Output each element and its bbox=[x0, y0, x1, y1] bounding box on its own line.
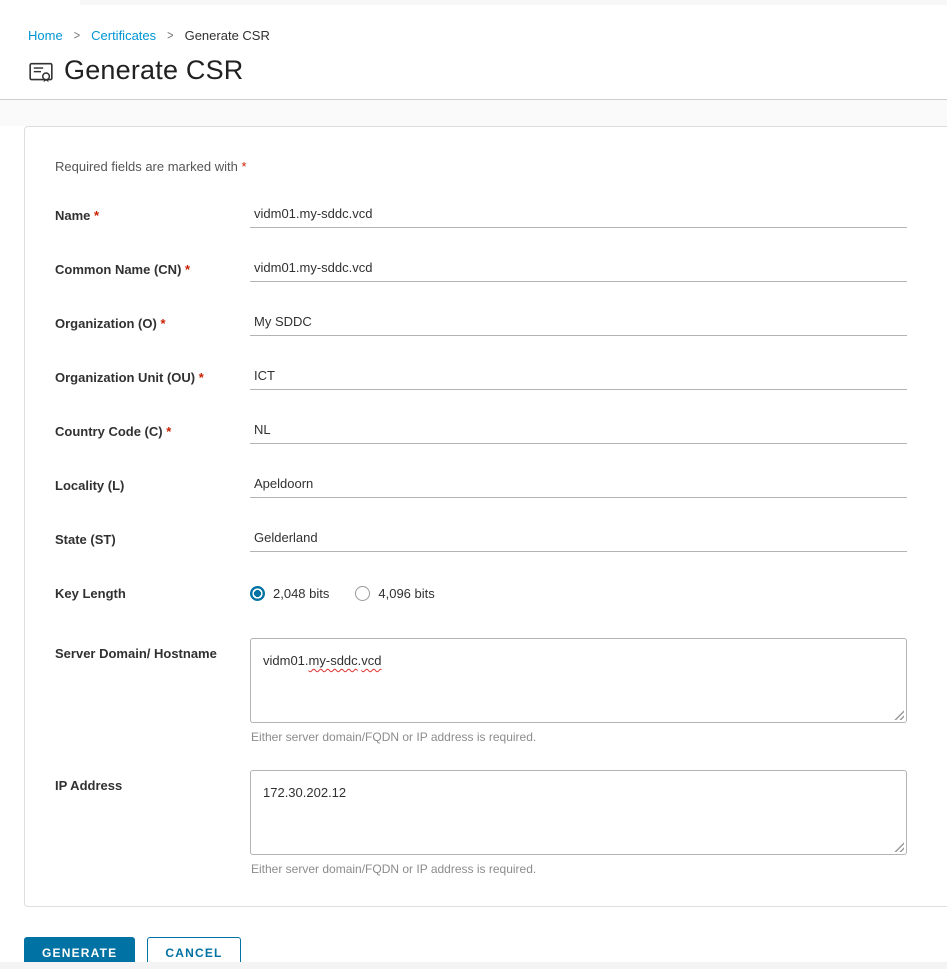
ip-address-textarea[interactable]: 172.30.202.12 bbox=[250, 770, 907, 855]
field-label: Common Name (CN) * bbox=[55, 261, 191, 277]
country-code-input[interactable] bbox=[250, 418, 907, 444]
field-label: Key Length bbox=[55, 585, 126, 601]
radio-selected-icon[interactable] bbox=[250, 585, 265, 601]
form-row-server-domain: Server Domain/ Hostname vidm01.my-sddc.v… bbox=[55, 638, 907, 744]
header-band bbox=[0, 100, 947, 126]
field-label: IP Address bbox=[55, 778, 123, 793]
organization-unit-input[interactable] bbox=[250, 364, 907, 390]
field-label: Country Code (C) * bbox=[55, 423, 172, 439]
textarea-resize-handle[interactable] bbox=[894, 710, 904, 720]
breadcrumb-link-certificates[interactable]: Certificates bbox=[91, 28, 156, 43]
textarea-resize-handle[interactable] bbox=[894, 842, 904, 852]
field-label: Locality (L) bbox=[55, 477, 125, 493]
form-row-organization-unit: Organization Unit (OU) * bbox=[55, 364, 907, 390]
server-domain-helper: Either server domain/FQDN or IP address … bbox=[251, 730, 537, 744]
form-row-country-code: Country Code (C) * bbox=[55, 418, 907, 444]
field-label: State (ST) bbox=[55, 531, 116, 547]
page-header: Home > Certificates > Generate CSR Gener… bbox=[0, 0, 947, 86]
form-row-ip-address: IP Address 172.30.202.12 Either server d… bbox=[55, 770, 907, 876]
breadcrumb-separator-icon: > bbox=[167, 28, 174, 43]
form-row-locality: Locality (L) bbox=[55, 472, 907, 498]
locality-input[interactable] bbox=[250, 472, 907, 498]
state-input[interactable] bbox=[250, 526, 907, 552]
field-label: Name * bbox=[55, 207, 100, 223]
required-fields-note: Required fields are marked with * bbox=[55, 159, 247, 174]
radio-unselected-icon[interactable] bbox=[355, 585, 371, 601]
certificate-icon bbox=[29, 62, 53, 82]
common-name-input[interactable] bbox=[250, 256, 907, 282]
breadcrumb-link-home[interactable]: Home bbox=[28, 28, 63, 43]
top-edge-strip bbox=[80, 0, 947, 5]
name-input[interactable] bbox=[250, 202, 907, 228]
bottom-edge-strip bbox=[0, 962, 947, 969]
form-row-state: State (ST) bbox=[55, 526, 907, 552]
field-label: Organization (O) * bbox=[55, 315, 166, 331]
key-length-4096-radio[interactable]: 4,096 bits bbox=[355, 585, 435, 601]
form-row-organization: Organization (O) * bbox=[55, 310, 907, 336]
page-title: Generate CSR bbox=[64, 55, 244, 85]
required-asterisk: * bbox=[241, 159, 247, 174]
breadcrumb-current: Generate CSR bbox=[184, 28, 270, 43]
field-label: Organization Unit (OU) * bbox=[55, 369, 204, 385]
organization-input[interactable] bbox=[250, 310, 907, 336]
field-label: Server Domain/ Hostname bbox=[55, 646, 217, 661]
generate-csr-form-card: Required fields are marked with * Name *… bbox=[24, 126, 947, 907]
key-length-2048-radio[interactable]: 2,048 bits bbox=[250, 585, 329, 601]
form-row-key-length: Key Length 2,048 bits 4,096 bits bbox=[55, 580, 907, 606]
breadcrumb: Home > Certificates > Generate CSR bbox=[28, 28, 947, 43]
ip-address-helper: Either server domain/FQDN or IP address … bbox=[251, 862, 537, 876]
form-row-common-name: Common Name (CN) * bbox=[55, 256, 907, 282]
form-row-name: Name * bbox=[55, 202, 907, 228]
server-domain-textarea[interactable]: vidm01.my-sddc.vcd bbox=[250, 638, 907, 723]
breadcrumb-separator-icon: > bbox=[73, 28, 81, 43]
